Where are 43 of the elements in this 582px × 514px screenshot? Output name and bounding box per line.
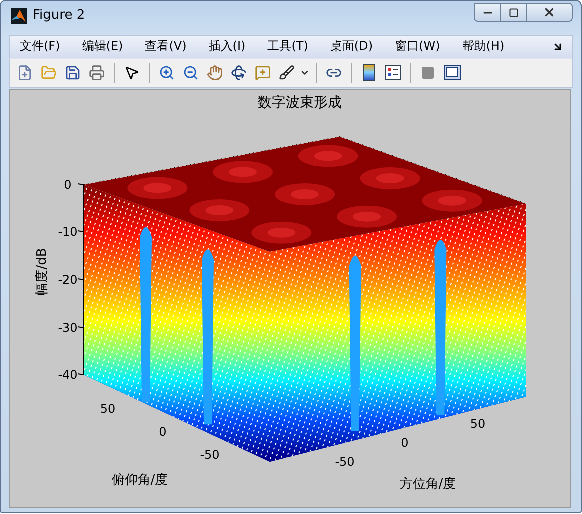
menu-item[interactable]: 插入(I): [208, 38, 256, 56]
menu-item[interactable]: 查看(V): [145, 38, 197, 56]
y-tick-label: 50: [100, 402, 116, 416]
z-tick-label: -40: [58, 368, 78, 382]
save-icon: [65, 64, 81, 81]
app-icon: [11, 8, 27, 24]
x-axis-label: 方位角/度: [400, 476, 456, 494]
frame-icon: [444, 65, 460, 80]
pointer-icon: [124, 64, 140, 81]
zoom-in-icon: [159, 64, 175, 81]
x-tick-label: -50: [335, 455, 355, 470]
menu-item[interactable]: 文件(F): [20, 38, 70, 56]
menu-item[interactable]: 帮助(H): [462, 38, 515, 56]
x-tick-label: 50: [470, 417, 486, 432]
z-tick-label: -30: [58, 321, 78, 336]
zoom-out-icon: [183, 64, 199, 81]
colorbar-icon: [363, 64, 375, 82]
menu-item[interactable]: 窗口(W): [395, 38, 450, 56]
y-tick-label: -50: [200, 448, 220, 462]
z-axis-label: 幅度/dB: [34, 248, 51, 296]
menu-item[interactable]: 编辑(E): [82, 38, 134, 56]
z-tick-label: -20: [58, 273, 78, 288]
window-title: Figure 2: [33, 8, 86, 24]
menu-item[interactable]: 桌面(D): [330, 38, 384, 56]
z-tick-label: 0: [64, 178, 72, 192]
new-file-icon: [17, 64, 33, 81]
legend-icon: [385, 65, 401, 80]
x-tick-label: 0: [401, 436, 409, 450]
folder-icon: [41, 64, 57, 81]
maximize-icon: [508, 8, 518, 18]
close-icon: [543, 6, 556, 19]
maximize-button[interactable]: [500, 3, 527, 22]
plot-title: 数字波束形成: [258, 94, 342, 112]
printer-icon: [89, 64, 105, 81]
close-button[interactable]: [526, 3, 573, 22]
z-tick-label: -10: [58, 225, 78, 240]
y-axis-label: 俯仰角/度: [112, 472, 168, 490]
hand-icon: [207, 64, 223, 81]
brush-icon: [279, 64, 295, 81]
rotate-icon: [231, 64, 247, 81]
square-icon: [422, 66, 434, 79]
y-tick-label: 0: [159, 425, 167, 440]
menu-item[interactable]: 工具(T): [268, 38, 318, 56]
